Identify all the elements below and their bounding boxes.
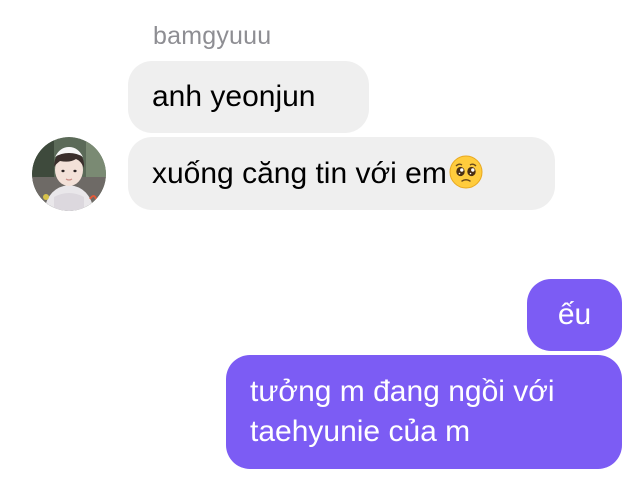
incoming-message[interactable]: anh yeonjun: [128, 61, 369, 133]
chat-thread: bamgyuuu anh yeonjun xuống căng tin với …: [0, 0, 640, 486]
avatar-photo-icon: [32, 137, 106, 211]
avatar[interactable]: [32, 137, 106, 211]
incoming-message[interactable]: xuống căng tin với em: [128, 137, 555, 210]
sender-name: bamgyuuu: [153, 22, 272, 50]
message-text: tưởng m đang ngồi với taehyunie của m: [250, 375, 555, 448]
pleading-face-emoji-icon: [449, 155, 483, 189]
message-text: anh yeonjun: [152, 80, 316, 113]
message-text: xuống căng tin với em: [152, 157, 447, 191]
outgoing-message[interactable]: ếu: [527, 279, 622, 351]
outgoing-message[interactable]: tưởng m đang ngồi với taehyunie của m: [226, 355, 622, 469]
message-text: ếu: [557, 298, 592, 331]
